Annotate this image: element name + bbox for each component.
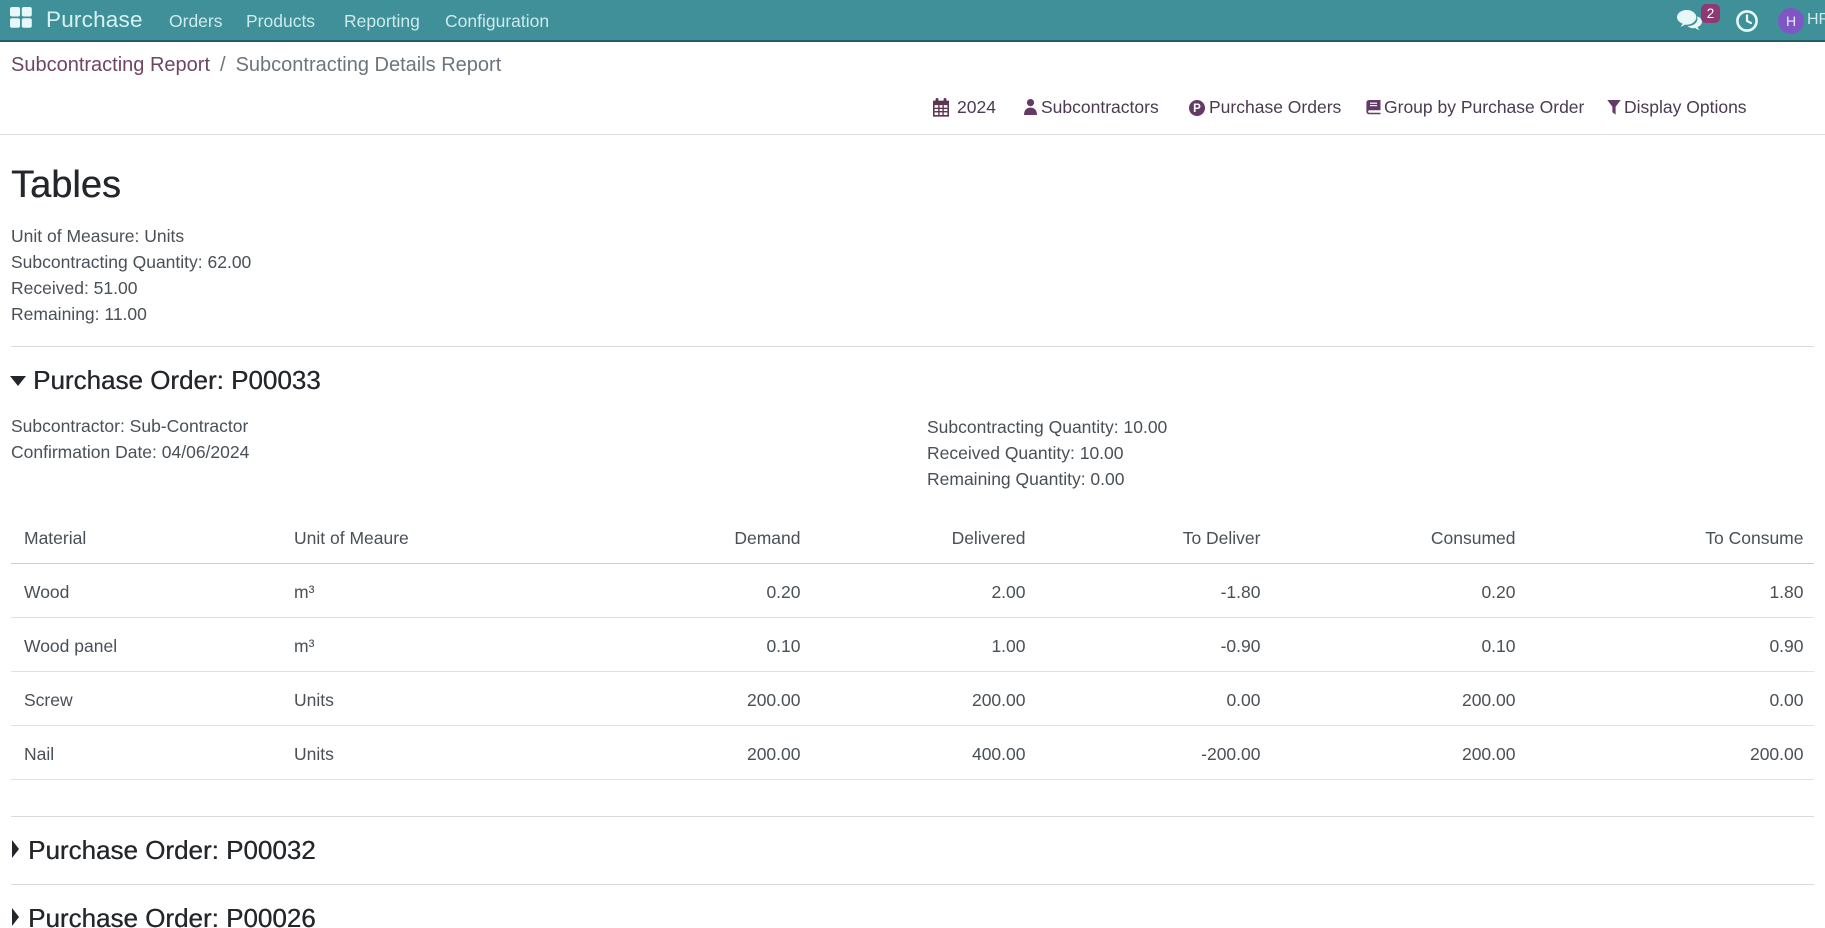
svg-text:P: P <box>1193 103 1201 115</box>
